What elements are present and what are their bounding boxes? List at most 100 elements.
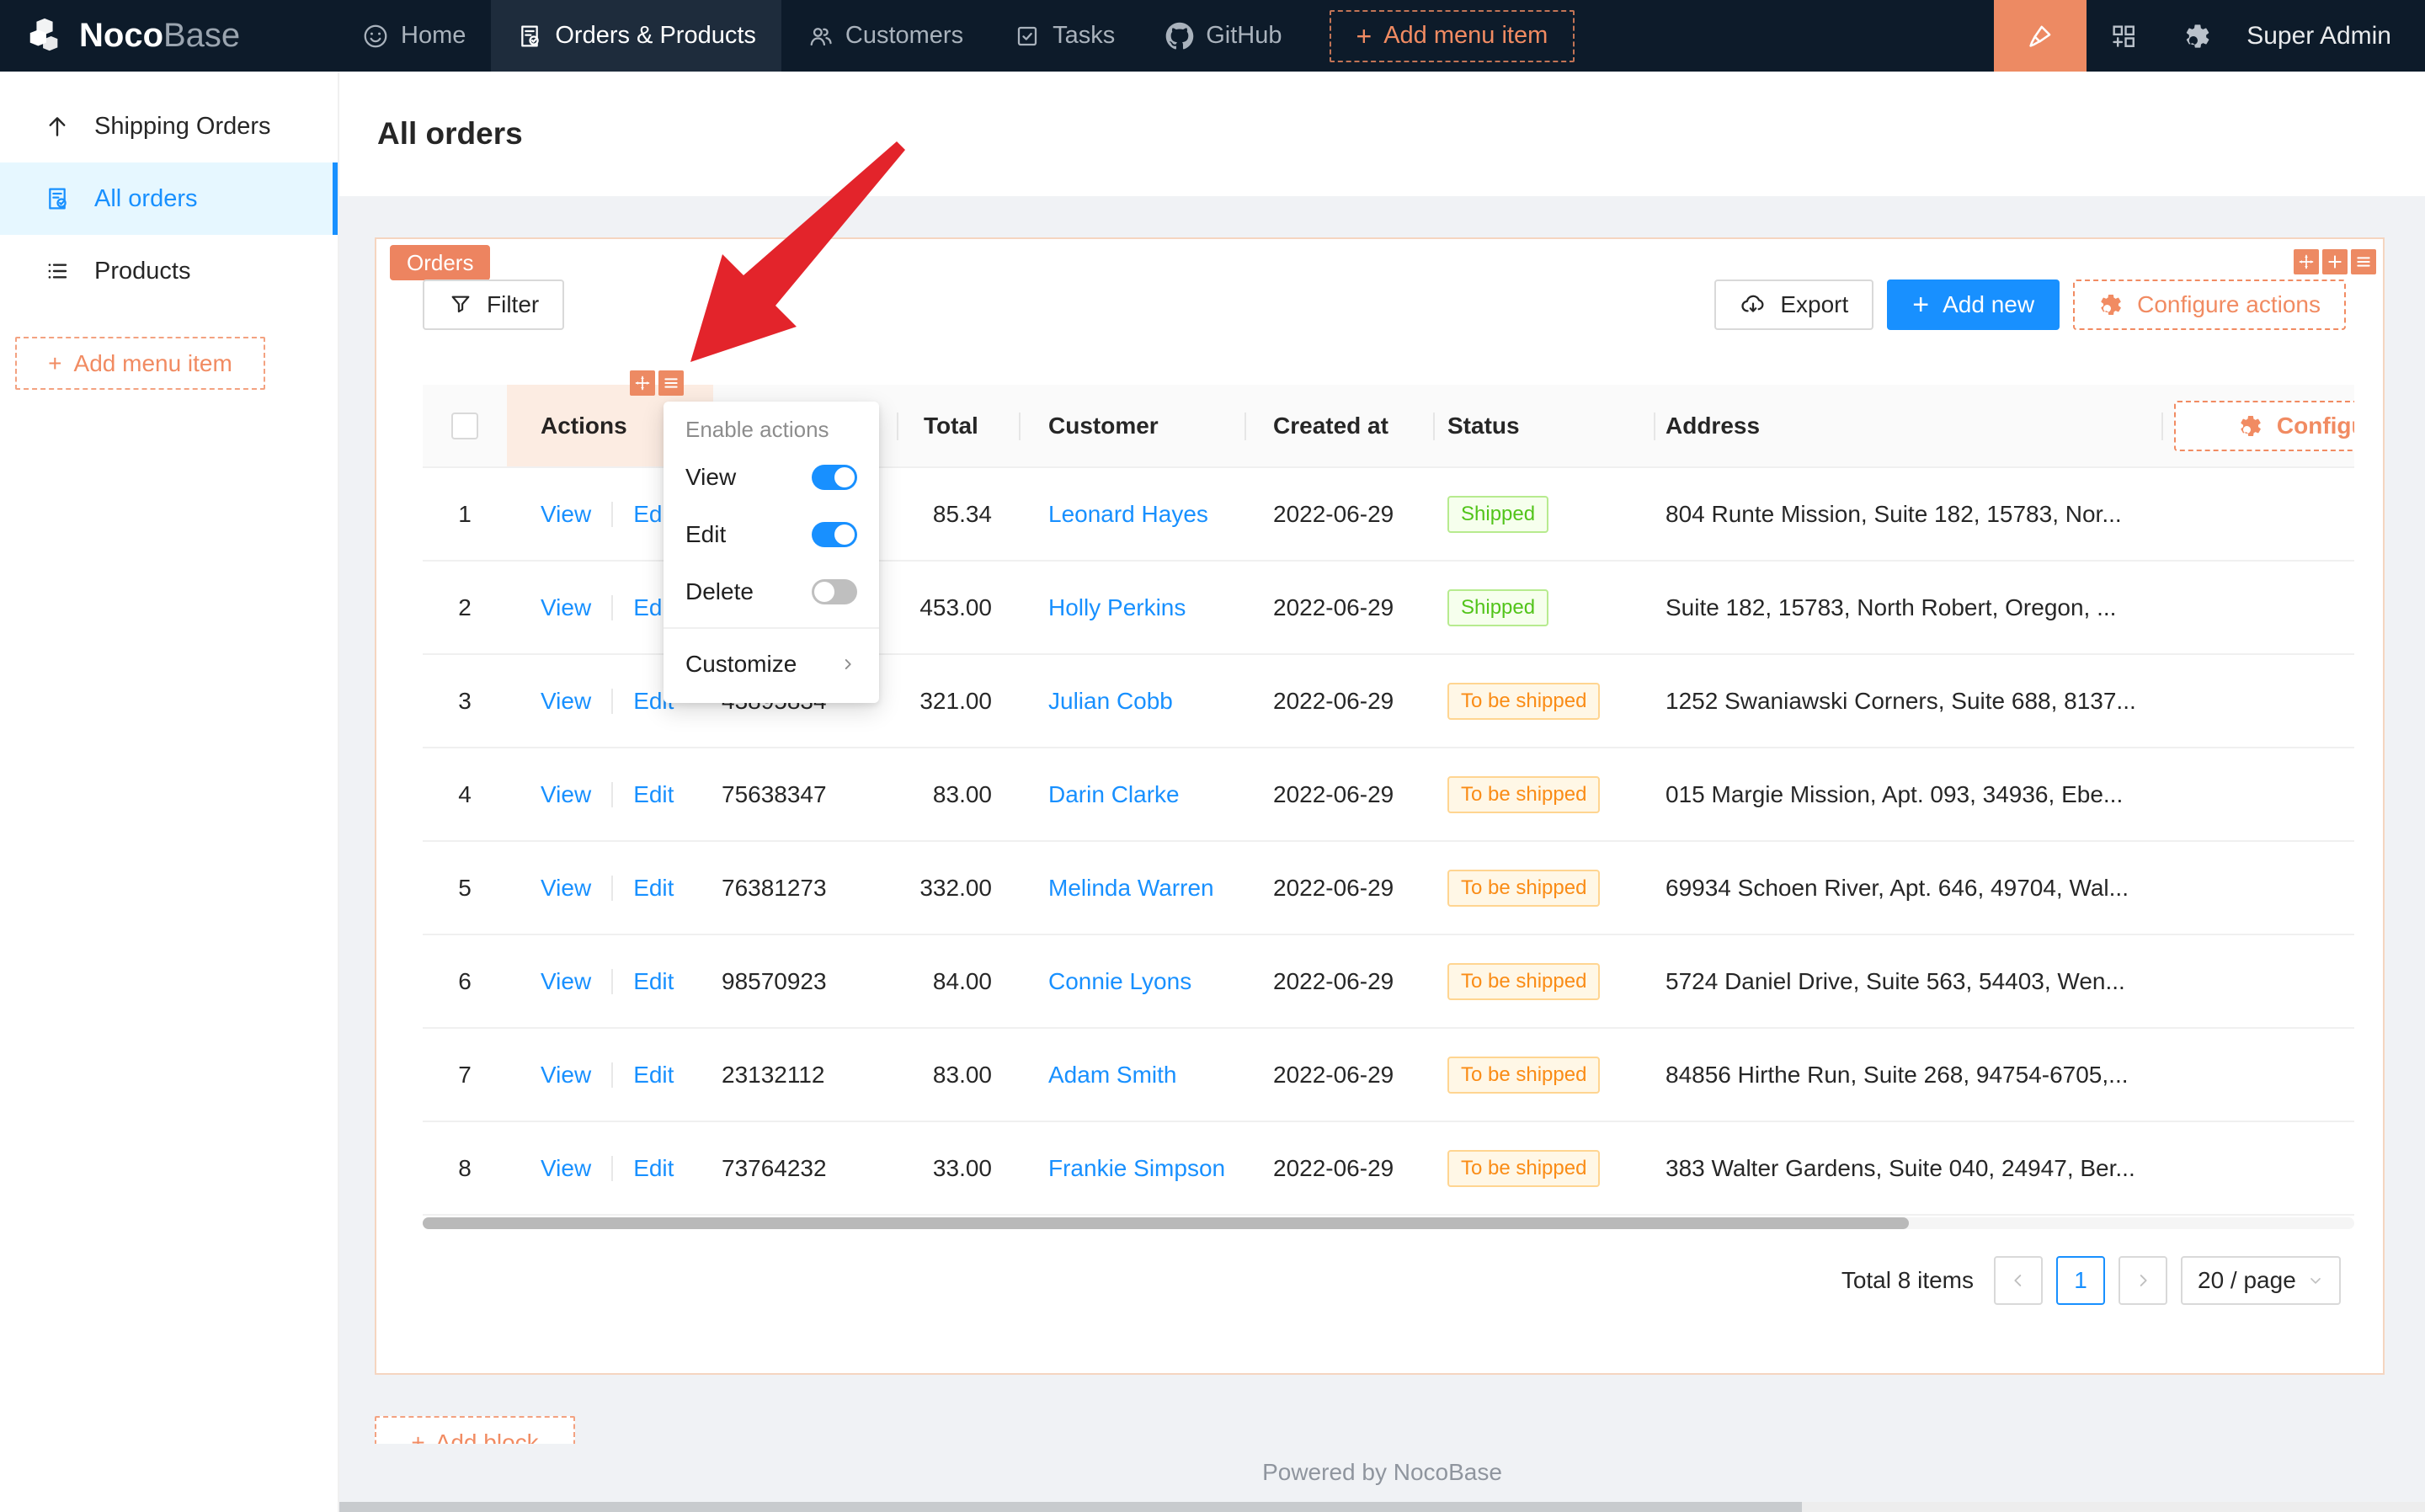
view-link[interactable]: View — [541, 781, 591, 808]
settings-button[interactable] — [2161, 0, 2235, 72]
table-row[interactable]: 6 View Edit 98570923 84.00 Connie Lyons … — [423, 935, 2354, 1029]
block-menu-icon[interactable] — [2351, 249, 2376, 274]
prev-page-button[interactable] — [1994, 1256, 2043, 1305]
table-row[interactable]: 8 View Edit 73764232 33.00 Frankie Simps… — [423, 1122, 2354, 1216]
next-page-button[interactable] — [2119, 1256, 2167, 1305]
sidebar-add-menu-item-label: Add menu item — [73, 349, 232, 376]
customer-header-cell[interactable]: Customer — [1019, 385, 1244, 468]
smile-icon — [362, 23, 389, 50]
menu-item-customize[interactable]: Customize — [664, 636, 879, 693]
view-link[interactable]: View — [541, 875, 591, 902]
nav-item-customers[interactable]: Customers — [781, 0, 989, 72]
customer-link[interactable]: Adam Smith — [1048, 1062, 1177, 1089]
nav-item-tasks[interactable]: Tasks — [989, 0, 1140, 72]
view-link[interactable]: View — [541, 501, 591, 528]
customer-link[interactable]: Julian Cobb — [1048, 688, 1173, 715]
current-user-label[interactable]: Super Admin — [2235, 22, 2425, 51]
nav-item-label: Tasks — [1053, 22, 1116, 49]
filter-button[interactable]: Filter — [423, 280, 565, 330]
nav-add-menu-item-button[interactable]: + Add menu item — [1329, 9, 1575, 62]
view-link[interactable]: View — [541, 688, 591, 715]
chevron-right-icon — [839, 655, 857, 673]
sidebar-item-shipping-orders[interactable]: Shipping Orders — [0, 90, 338, 162]
address-cell: 383 Walter Gardens, Suite 040, 24947, Be… — [1654, 1122, 2161, 1216]
export-button[interactable]: Export — [1714, 280, 1874, 330]
view-toggle[interactable] — [812, 465, 857, 490]
edit-toggle[interactable] — [812, 522, 857, 547]
row-index-cell: 5 — [423, 842, 507, 935]
sidebar-add-menu-item-button[interactable]: + Add menu item — [15, 337, 265, 390]
plus-icon: + — [411, 1429, 425, 1445]
edit-link[interactable]: Edit — [633, 875, 674, 902]
view-link[interactable]: View — [541, 968, 591, 995]
table-scrollbar-thumb[interactable] — [423, 1217, 1909, 1229]
configure-cell — [2161, 935, 2354, 1029]
highlighter-icon — [2025, 21, 2055, 51]
sidebar: Shipping Orders All orders Products + Ad… — [0, 72, 339, 1512]
edit-link[interactable]: Edit — [633, 1062, 674, 1089]
configure-cell — [2161, 468, 2354, 562]
check-square-icon — [1014, 23, 1041, 50]
customer-link[interactable]: Darin Clarke — [1048, 781, 1180, 808]
selected-indicator — [333, 162, 338, 235]
total-header-cell[interactable]: Total — [897, 385, 1019, 468]
view-link[interactable]: View — [541, 1062, 591, 1089]
nav-item-github[interactable]: GitHub — [1140, 0, 1307, 72]
total-cell: 321.00 — [897, 655, 1019, 748]
customer-link[interactable]: Frankie Simpson — [1048, 1155, 1225, 1182]
edit-link[interactable]: Edit — [633, 968, 674, 995]
nav-item-home[interactable]: Home — [337, 0, 491, 72]
current-page-button[interactable]: 1 — [2056, 1256, 2105, 1305]
total-cell: 83.00 — [897, 748, 1019, 842]
page-scrollbar-thumb[interactable] — [339, 1502, 1802, 1512]
menu-item-edit[interactable]: Edit — [664, 506, 879, 563]
table-row[interactable]: 7 View Edit 23132112 83.00 Adam Smith 20… — [423, 1029, 2354, 1122]
column-designer-toolbar — [630, 370, 684, 396]
status-badge: Shipped — [1447, 588, 1549, 626]
view-link[interactable]: View — [541, 1155, 591, 1182]
edit-link[interactable]: Edit — [633, 781, 674, 808]
drag-handle-icon[interactable] — [2294, 249, 2319, 274]
status-cell: To be shipped — [1433, 748, 1654, 842]
status-header-cell[interactable]: Status — [1433, 385, 1654, 468]
edit-link[interactable]: Edit — [633, 1155, 674, 1182]
configure-cell — [2161, 748, 2354, 842]
customer-link[interactable]: Leonard Hayes — [1048, 501, 1208, 528]
select-all-checkbox[interactable] — [451, 412, 478, 439]
created-at-cell: 2022-06-29 — [1244, 748, 1433, 842]
nav-item-orders-products[interactable]: Orders & Products — [491, 0, 781, 72]
github-icon — [1165, 22, 1194, 51]
add-block-button[interactable]: + Add block — [375, 1416, 575, 1444]
configure-actions-button[interactable]: Configure actions — [2073, 280, 2346, 330]
view-link[interactable]: View — [541, 594, 591, 621]
created-at-header-cell[interactable]: Created at — [1244, 385, 1433, 468]
status-badge: To be shipped — [1447, 1149, 1601, 1187]
sidebar-item-products[interactable]: Products — [0, 235, 338, 307]
plugin-manager-button[interactable] — [2087, 0, 2161, 72]
menu-item-delete[interactable]: Delete — [664, 563, 879, 620]
column-drag-handle-icon[interactable] — [630, 370, 655, 396]
created-at-cell: 2022-06-29 — [1244, 655, 1433, 748]
address-header-cell[interactable]: Address — [1654, 385, 2161, 468]
column-menu-icon[interactable] — [658, 370, 684, 396]
nocobase-logo[interactable]: NocoBase — [0, 17, 337, 56]
enable-actions-dropdown: Enable actions View Edit Delete Customiz… — [664, 402, 879, 703]
configure-columns-button[interactable]: Configure — [2174, 400, 2354, 451]
add-new-button[interactable]: + Add new — [1887, 280, 2060, 330]
customer-link[interactable]: Connie Lyons — [1048, 968, 1191, 995]
table-scrollbar-track[interactable] — [423, 1217, 2354, 1229]
configure-actions-label: Configure actions — [2137, 291, 2321, 317]
customer-link[interactable]: Holly Perkins — [1048, 594, 1186, 621]
order-no-cell: 76381273 — [713, 842, 897, 935]
page-scrollbar-track[interactable] — [339, 1502, 2425, 1512]
delete-toggle[interactable] — [812, 579, 857, 604]
ui-editor-button[interactable] — [1994, 0, 2087, 72]
list-icon — [44, 258, 71, 285]
table-row[interactable]: 5 View Edit 76381273 332.00 Melinda Warr… — [423, 842, 2354, 935]
page-size-select[interactable]: 20 / page — [2181, 1256, 2341, 1305]
sidebar-item-all-orders[interactable]: All orders — [0, 162, 338, 235]
customer-link[interactable]: Melinda Warren — [1048, 875, 1214, 902]
menu-item-view[interactable]: View — [664, 449, 879, 506]
table-row[interactable]: 4 View Edit 75638347 83.00 Darin Clarke … — [423, 748, 2354, 842]
add-block-icon[interactable] — [2322, 249, 2348, 274]
